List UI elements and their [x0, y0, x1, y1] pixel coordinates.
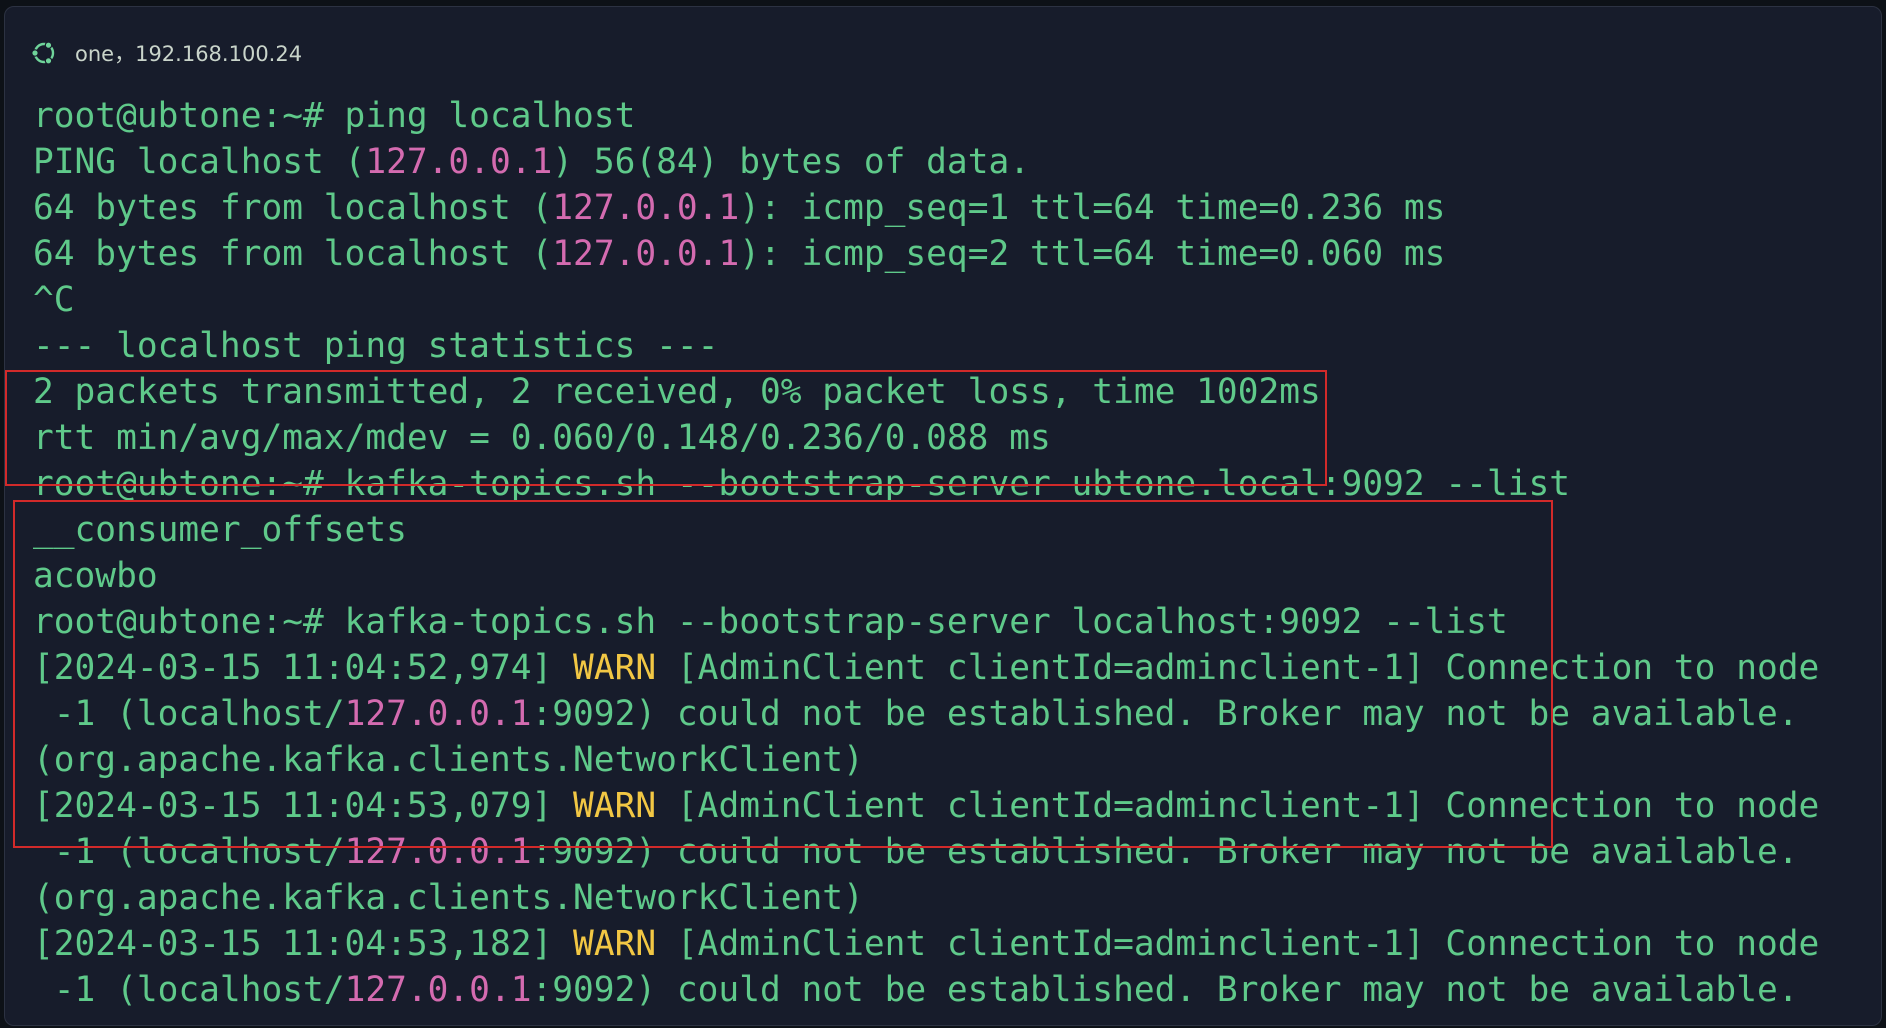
title-bar: one，192.168.100.24: [29, 33, 302, 73]
terminal-text: [AdminClient clientId=adminclient-1] Con…: [656, 648, 1820, 688]
terminal-line: [2024-03-15 11:04:53,079] WARN [AdminCli…: [33, 783, 1881, 829]
terminal-text: acowbo: [33, 556, 158, 596]
terminal-text: [AdminClient clientId=adminclient-1] Con…: [656, 924, 1820, 964]
terminal-text: [2024-03-15 11:04:53,182]: [33, 924, 574, 964]
terminal-line: 2 packets transmitted, 2 received, 0% pa…: [33, 369, 1881, 415]
terminal-text: PING localhost (: [33, 142, 366, 182]
warn-label: WARN: [573, 648, 657, 688]
terminal-text: ^C: [33, 280, 75, 320]
terminal-text: -1 (localhost/: [33, 694, 345, 734]
terminal-line: PING localhost (127.0.0.1) 56(84) bytes …: [33, 139, 1881, 185]
terminal-text: -1 (localhost/: [33, 970, 345, 1010]
terminal-text: -1 (localhost/: [33, 832, 345, 872]
terminal-text: :9092) could not be established. Broker …: [531, 970, 1799, 1010]
terminal-text: [2024-03-15 11:04:53,079]: [33, 786, 574, 826]
terminal-text: root@ubtone:~# ping localhost: [33, 96, 636, 136]
terminal-text: --- localhost ping statistics ---: [33, 326, 719, 366]
terminal-output[interactable]: root@ubtone:~# ping localhost PING localh…: [33, 93, 1881, 1013]
terminal-line: acowbo: [33, 553, 1881, 599]
terminal-text: 2 packets transmitted, 2 received, 0% pa…: [33, 372, 1321, 412]
ip-address: 127.0.0.1: [552, 234, 740, 274]
terminal-text: ) 56(84) bytes of data.: [552, 142, 1031, 182]
terminal-text: 64 bytes from localhost (: [33, 188, 553, 228]
terminal-text: ): icmp_seq=2 ttl=64 time=0.060 ms: [739, 234, 1446, 274]
terminal-line: [2024-03-15 11:04:52,974] WARN [AdminCli…: [33, 645, 1881, 691]
terminal-text: root@ubtone:~# kafka-topics.sh --bootstr…: [33, 602, 1508, 642]
terminal-line: --- localhost ping statistics ---: [33, 323, 1881, 369]
terminal-line: -1 (localhost/127.0.0.1:9092) could not …: [33, 829, 1881, 875]
terminal-text: [2024-03-15 11:04:52,974]: [33, 648, 574, 688]
terminal-text: rtt min/avg/max/mdev = 0.060/0.148/0.236…: [33, 418, 1051, 458]
terminal-line: (org.apache.kafka.clients.NetworkClient): [33, 875, 1881, 921]
terminal-text: root@ubtone:~# kafka-topics.sh --bootstr…: [33, 464, 1571, 504]
terminal-line: (org.apache.kafka.clients.NetworkClient): [33, 737, 1881, 783]
terminal-line: 64 bytes from localhost (127.0.0.1): icm…: [33, 231, 1881, 277]
terminal-line: ^C: [33, 277, 1881, 323]
terminal-text: :9092) could not be established. Broker …: [531, 694, 1799, 734]
terminal-line: root@ubtone:~# kafka-topics.sh --bootstr…: [33, 599, 1881, 645]
terminal-line: __consumer_offsets: [33, 507, 1881, 553]
ip-address: 127.0.0.1: [344, 832, 532, 872]
terminal-text: (org.apache.kafka.clients.NetworkClient): [33, 878, 864, 918]
terminal-line: root@ubtone:~# ping localhost: [33, 93, 1881, 139]
terminal-text: __consumer_offsets: [33, 510, 407, 550]
terminal-text: (org.apache.kafka.clients.NetworkClient): [33, 740, 864, 780]
terminal-text: [AdminClient clientId=adminclient-1] Con…: [656, 786, 1820, 826]
terminal-line: -1 (localhost/127.0.0.1:9092) could not …: [33, 691, 1881, 737]
terminal-line: root@ubtone:~# kafka-topics.sh --bootstr…: [33, 461, 1881, 507]
terminal-line: 64 bytes from localhost (127.0.0.1): icm…: [33, 185, 1881, 231]
terminal-text: :9092) could not be established. Broker …: [531, 832, 1799, 872]
warn-label: WARN: [573, 924, 657, 964]
terminal-text: ): icmp_seq=1 ttl=64 time=0.236 ms: [739, 188, 1446, 228]
window-title: one，192.168.100.24: [75, 42, 303, 66]
ip-address: 127.0.0.1: [344, 970, 532, 1010]
ubuntu-icon: [29, 38, 59, 68]
warn-label: WARN: [573, 786, 657, 826]
ip-address: 127.0.0.1: [365, 142, 553, 182]
ip-address: 127.0.0.1: [344, 694, 532, 734]
ip-address: 127.0.0.1: [552, 188, 740, 228]
terminal-line: -1 (localhost/127.0.0.1:9092) could not …: [33, 967, 1881, 1013]
terminal-line: [2024-03-15 11:04:53,182] WARN [AdminCli…: [33, 921, 1881, 967]
terminal-text: 64 bytes from localhost (: [33, 234, 553, 274]
terminal-window: one，192.168.100.24 root@ubtone:~# ping l…: [4, 6, 1882, 1026]
terminal-line: rtt min/avg/max/mdev = 0.060/0.148/0.236…: [33, 415, 1881, 461]
